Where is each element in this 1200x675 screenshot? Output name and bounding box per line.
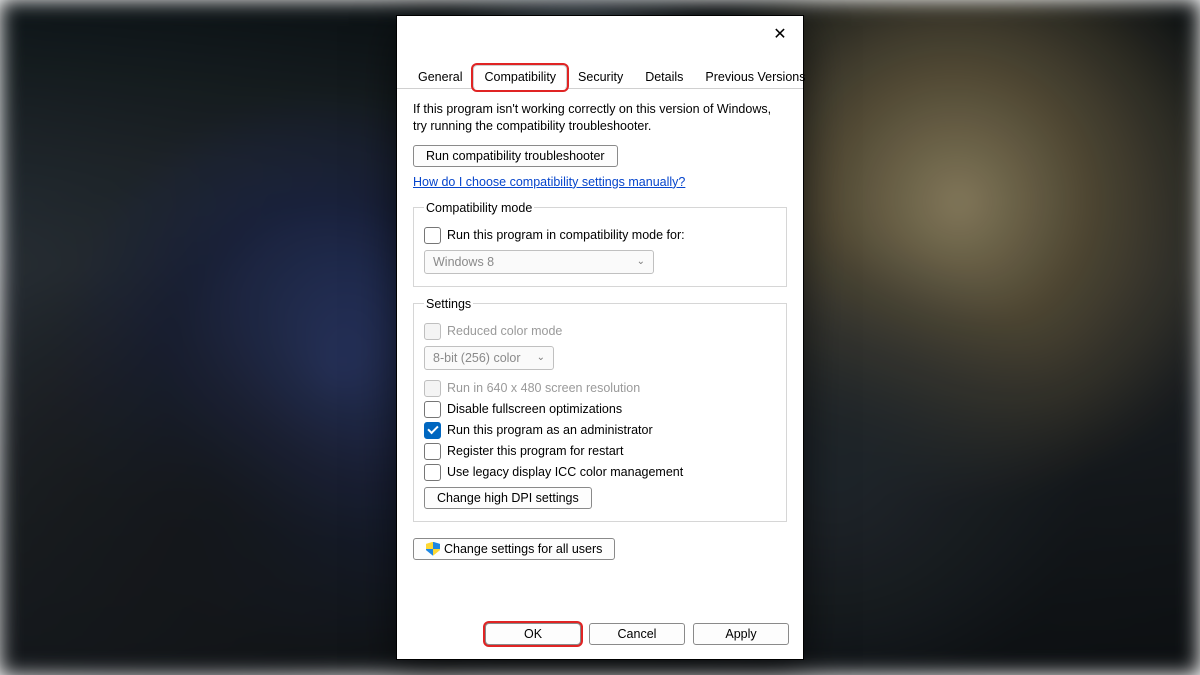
properties-dialog: ✕ General Compatibility Security Details… bbox=[397, 16, 803, 659]
settings-legend: Settings bbox=[424, 297, 473, 311]
run-troubleshooter-button[interactable]: Run compatibility troubleshooter bbox=[413, 145, 618, 167]
compatibility-mode-legend: Compatibility mode bbox=[424, 201, 534, 215]
intro-text: If this program isn't working correctly … bbox=[413, 101, 787, 135]
tab-compatibility[interactable]: Compatibility bbox=[473, 65, 567, 90]
cancel-button[interactable]: Cancel bbox=[589, 623, 685, 645]
tab-general[interactable]: General bbox=[407, 65, 473, 89]
tab-details[interactable]: Details bbox=[634, 65, 694, 89]
compat-mode-select[interactable]: Windows 8 ⌄ bbox=[424, 250, 654, 274]
tab-body-compatibility: If this program isn't working correctly … bbox=[397, 89, 803, 611]
chevron-down-icon: ⌄ bbox=[537, 352, 545, 363]
tab-previous-versions[interactable]: Previous Versions bbox=[694, 65, 816, 89]
chevron-down-icon: ⌄ bbox=[637, 256, 645, 267]
close-icon: ✕ bbox=[773, 27, 786, 43]
help-link[interactable]: How do I choose compatibility settings m… bbox=[413, 175, 787, 189]
titlebar: ✕ bbox=[397, 16, 803, 56]
register-restart-checkbox[interactable] bbox=[424, 443, 441, 460]
shield-icon bbox=[426, 542, 440, 556]
compatibility-mode-group: Compatibility mode Run this program in c… bbox=[413, 201, 787, 287]
compat-mode-checkbox[interactable] bbox=[424, 227, 441, 244]
register-restart-label: Register this program for restart bbox=[447, 444, 623, 458]
color-depth-value: 8-bit (256) color bbox=[433, 351, 521, 365]
run-640-checkbox bbox=[424, 380, 441, 397]
ok-button[interactable]: OK bbox=[485, 623, 581, 645]
compat-mode-label: Run this program in compatibility mode f… bbox=[447, 228, 685, 242]
run-as-admin-checkbox[interactable] bbox=[424, 422, 441, 439]
disable-fullscreen-checkbox[interactable] bbox=[424, 401, 441, 418]
dialog-footer: OK Cancel Apply bbox=[397, 611, 803, 659]
run-640-label: Run in 640 x 480 screen resolution bbox=[447, 381, 640, 395]
reduced-color-label: Reduced color mode bbox=[447, 324, 562, 338]
change-settings-all-users-label: Change settings for all users bbox=[444, 542, 602, 556]
legacy-icc-label: Use legacy display ICC color management bbox=[447, 465, 683, 479]
run-as-admin-label: Run this program as an administrator bbox=[447, 423, 653, 437]
compat-mode-select-value: Windows 8 bbox=[433, 255, 494, 269]
tab-security[interactable]: Security bbox=[567, 65, 634, 89]
close-button[interactable]: ✕ bbox=[771, 26, 789, 44]
apply-button[interactable]: Apply bbox=[693, 623, 789, 645]
disable-fullscreen-label: Disable fullscreen optimizations bbox=[447, 402, 622, 416]
change-high-dpi-button[interactable]: Change high DPI settings bbox=[424, 487, 592, 509]
color-depth-select: 8-bit (256) color ⌄ bbox=[424, 346, 554, 370]
reduced-color-checkbox bbox=[424, 323, 441, 340]
change-settings-all-users-button[interactable]: Change settings for all users bbox=[413, 538, 615, 560]
tab-row: General Compatibility Security Details P… bbox=[397, 56, 803, 89]
settings-group: Settings Reduced color mode 8-bit (256) … bbox=[413, 297, 787, 522]
legacy-icc-checkbox[interactable] bbox=[424, 464, 441, 481]
